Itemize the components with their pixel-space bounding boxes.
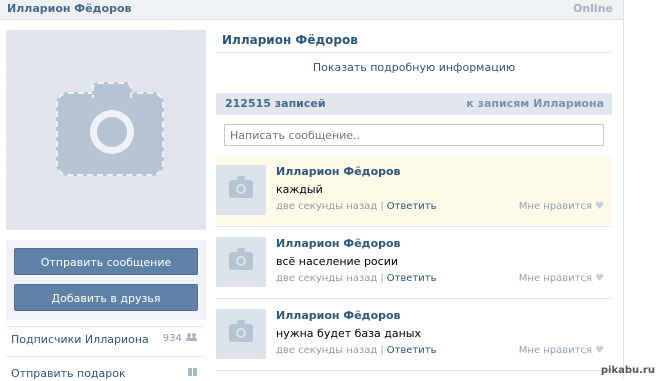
divider xyxy=(6,356,206,357)
post-avatar[interactable] xyxy=(216,237,266,287)
online-status: Online xyxy=(572,2,613,15)
reply-link[interactable]: Ответить xyxy=(387,345,437,356)
wall-post-count[interactable]: 212515 записей xyxy=(225,97,326,110)
wall-post: Илларион Фёдоров всё население росии две… xyxy=(216,227,612,297)
gift-icon xyxy=(188,368,197,376)
send-gift-label: Отправить подарок xyxy=(11,367,126,380)
heart-icon: ♥ xyxy=(595,273,604,284)
profile-header: Илларион Фёдоров Online xyxy=(0,0,623,20)
camera-icon xyxy=(229,248,253,270)
post-meta: две секунды назад | Ответить xyxy=(276,201,437,212)
users-icon xyxy=(186,333,198,341)
wall-post: Илларион Фёдоров нужна будет база даных … xyxy=(216,299,612,369)
post-meta: две секунды назад | Ответить xyxy=(276,345,437,356)
heart-icon: ♥ xyxy=(595,345,604,356)
add-friend-button[interactable]: Добавить в друзья xyxy=(14,284,198,311)
post-author[interactable]: Илларион Фёдоров xyxy=(276,237,401,250)
wall-header: 212515 записей к записям Иллариона xyxy=(216,93,612,115)
post-time[interactable]: две секунды назад xyxy=(276,201,377,212)
like-button[interactable]: Мне нравится ♥ xyxy=(519,273,604,284)
divider xyxy=(6,326,206,327)
post-text: всё население росии xyxy=(276,255,399,268)
camera-icon xyxy=(229,176,253,198)
reply-link[interactable]: Ответить xyxy=(387,201,437,212)
followers-count: 934 xyxy=(163,333,198,344)
wall-post: Илларион Фёдоров каждый две секунды наза… xyxy=(216,155,612,225)
post-avatar[interactable] xyxy=(216,165,266,215)
post-avatar[interactable] xyxy=(216,309,266,359)
show-details-link[interactable]: Показать подробную информацию xyxy=(216,61,612,74)
followers-link[interactable]: Подписчики Иллариона 934 xyxy=(6,333,206,349)
camera-icon xyxy=(229,320,253,342)
header-name[interactable]: Илларион Фёдоров xyxy=(7,2,132,15)
camera-icon xyxy=(56,82,164,176)
divider xyxy=(216,52,612,53)
send-gift-link[interactable]: Отправить подарок xyxy=(6,367,206,381)
profile-name: Илларион Фёдоров xyxy=(222,33,358,47)
to-posts-link[interactable]: к записям Иллариона xyxy=(466,97,604,110)
post-time[interactable]: две секунды назад xyxy=(276,273,377,284)
watermark: pikabu.ru xyxy=(600,365,655,376)
like-button[interactable]: Мне нравится ♥ xyxy=(519,201,604,212)
wall-post-input[interactable] xyxy=(224,124,604,146)
divider xyxy=(216,370,612,371)
heart-icon: ♥ xyxy=(595,201,604,212)
page-border xyxy=(623,0,624,378)
action-panel: Отправить сообщение Добавить в друзья xyxy=(6,240,206,320)
post-author[interactable]: Илларион Фёдоров xyxy=(276,309,401,322)
followers-label: Подписчики Иллариона xyxy=(11,333,149,346)
post-author[interactable]: Илларион Фёдоров xyxy=(276,165,401,178)
post-time[interactable]: две секунды назад xyxy=(276,345,377,356)
send-message-button[interactable]: Отправить сообщение xyxy=(14,248,198,275)
post-meta: две секунды назад | Ответить xyxy=(276,273,437,284)
post-text: каждый xyxy=(276,183,323,196)
reply-link[interactable]: Ответить xyxy=(387,273,437,284)
like-button[interactable]: Мне нравится ♥ xyxy=(519,345,604,356)
post-text: нужна будет база даных xyxy=(276,327,421,340)
avatar[interactable] xyxy=(6,30,206,230)
